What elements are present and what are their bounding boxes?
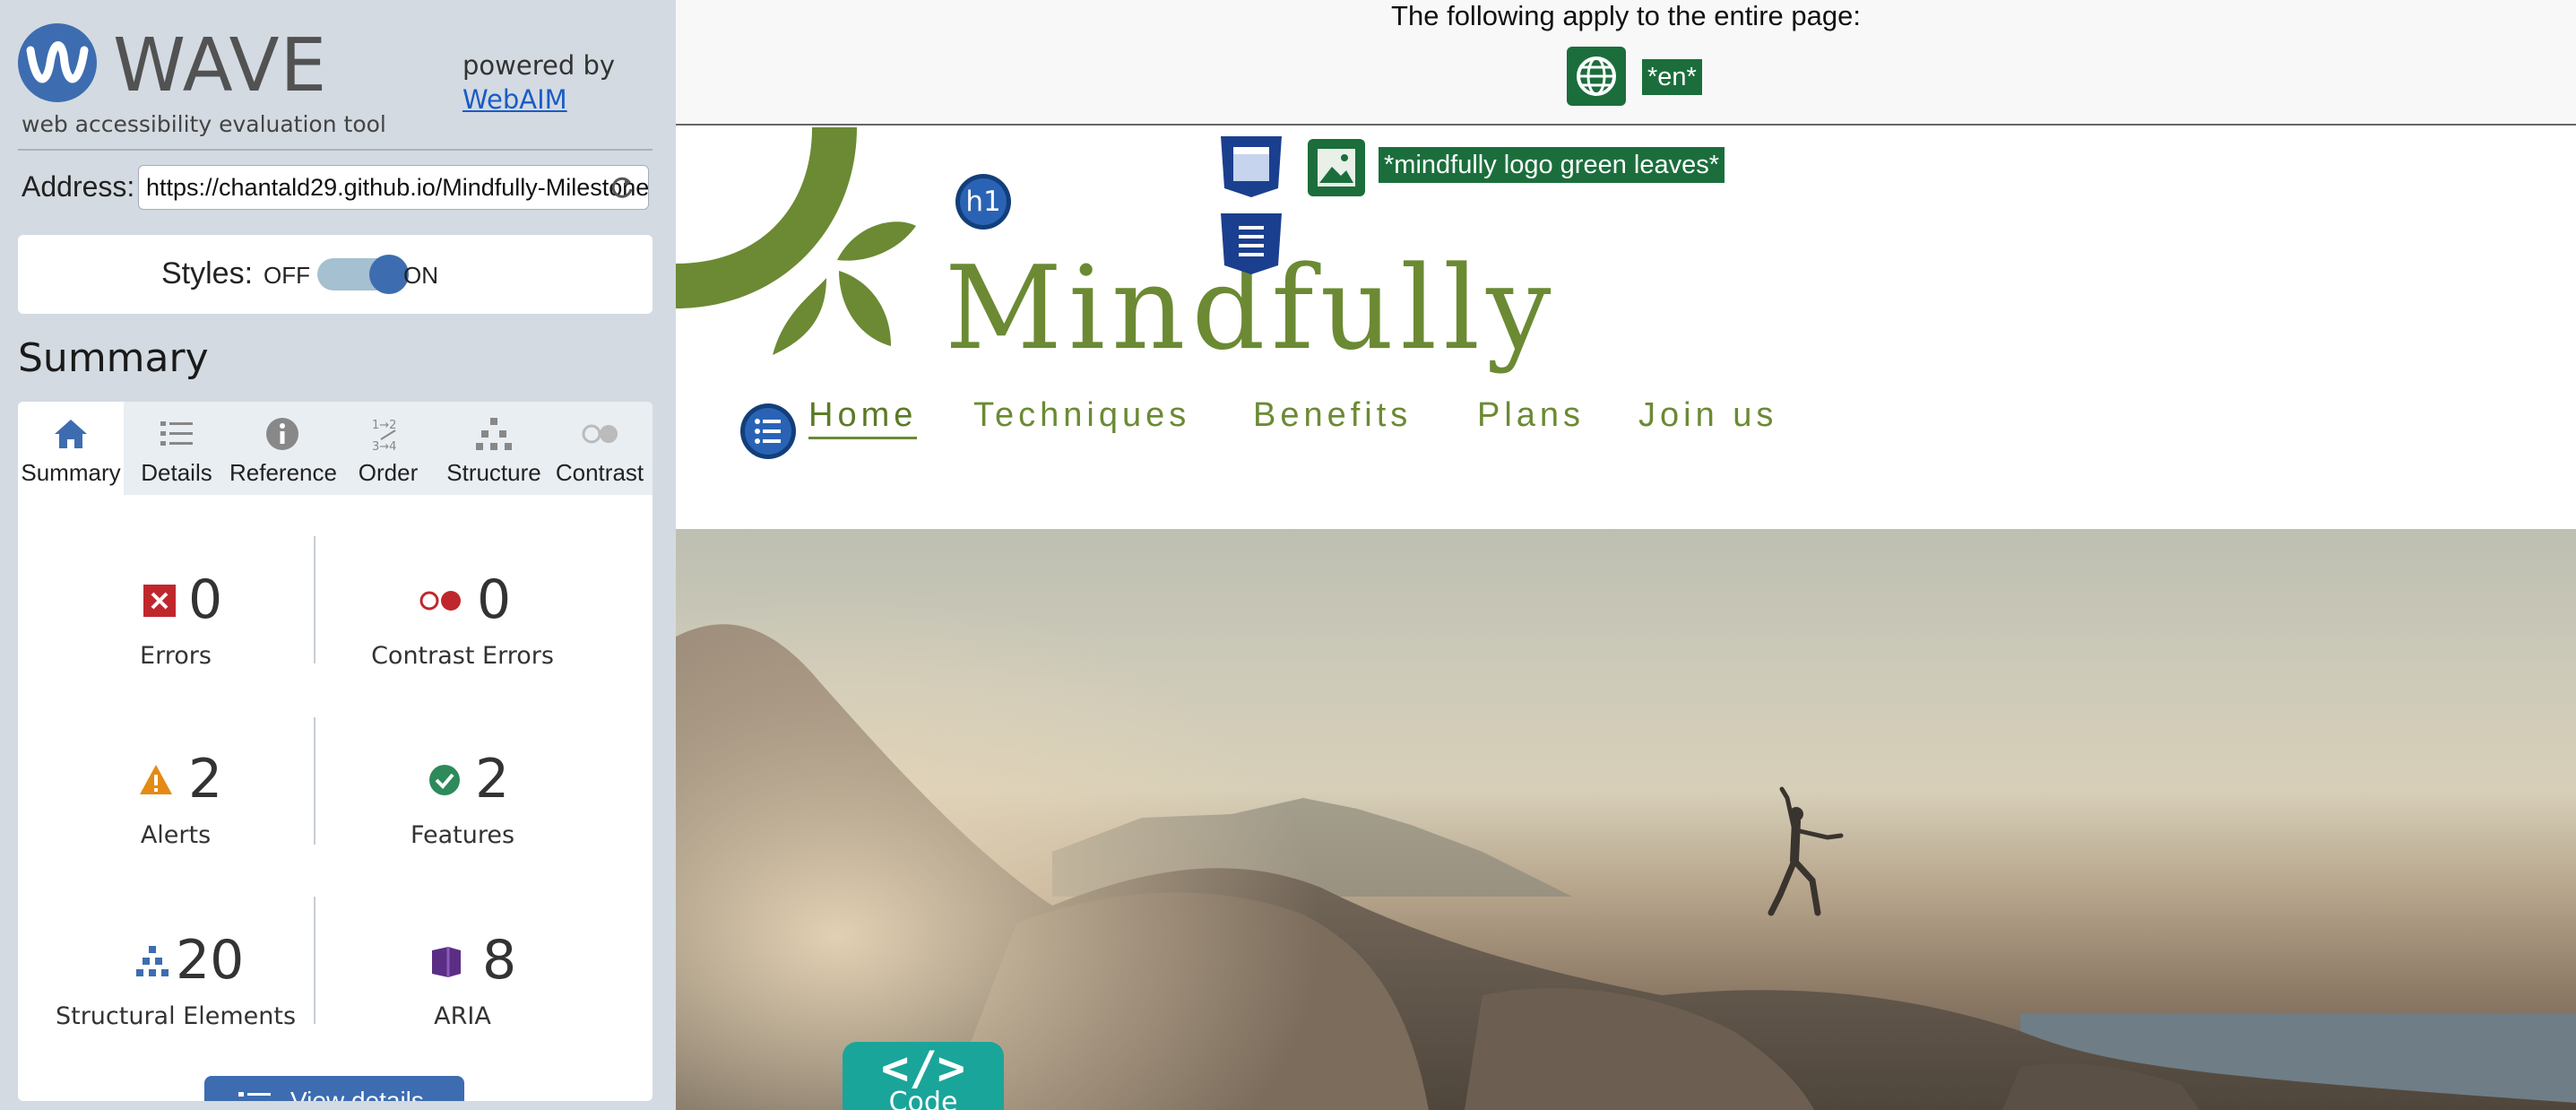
code-label: Code	[888, 1087, 958, 1110]
tab-label: Summary	[21, 459, 121, 486]
reload-icon[interactable]	[609, 175, 635, 200]
structure-icon	[474, 414, 514, 454]
tab-order[interactable]: 1→2 3→4 Order	[335, 402, 441, 495]
page-note: The following apply to the entire page:	[1391, 0, 1861, 31]
tab-label: Contrast	[555, 459, 644, 486]
contrast-errors-count: 0	[477, 568, 512, 631]
address-input[interactable]: https://chantald29.github.io/Mindfully-M…	[138, 165, 649, 210]
stat-errors[interactable]: 0 Errors	[32, 568, 319, 685]
contrast-error-icon	[418, 583, 466, 619]
nav-home[interactable]: Home	[808, 396, 918, 439]
mindfully-logo	[676, 127, 916, 355]
info-icon	[263, 414, 302, 454]
stat-structural-elements[interactable]: 20 Structural Elements	[32, 929, 319, 1045]
contrast-icon	[580, 414, 619, 454]
tab-summary[interactable]: Summary	[18, 402, 124, 495]
wave-tagline: web accessibility evaluation tool	[22, 111, 386, 137]
nav-benefits[interactable]: Benefits	[1253, 396, 1412, 435]
list-icon	[157, 414, 196, 454]
styles-toggle-panel: Styles: OFF ON	[18, 235, 653, 314]
structural-count: 20	[176, 929, 245, 992]
header-region-icon[interactable]	[1219, 134, 1284, 199]
language-globe-icon[interactable]	[1567, 47, 1626, 106]
tab-reference[interactable]: Reference	[229, 402, 337, 495]
image-alt-icon[interactable]	[1307, 138, 1366, 197]
nav-techniques[interactable]: Techniques	[973, 396, 1190, 435]
wave-logo-icon	[18, 23, 97, 102]
aria-label: ARIA	[434, 1002, 491, 1030]
code-toggle-button[interactable]: </> Code	[843, 1042, 1004, 1110]
hero-image	[676, 529, 2576, 1110]
errors-label: Errors	[140, 642, 212, 670]
wave-logo-text: WAVE	[113, 23, 328, 108]
styles-off-label: OFF	[264, 262, 310, 289]
image-alt-text-badge[interactable]: *mindfully logo green leaves*	[1379, 147, 1725, 183]
structure-icon	[134, 943, 170, 979]
styles-on-label: ON	[403, 262, 438, 289]
error-icon	[142, 583, 177, 619]
structural-label: Structural Elements	[55, 1002, 297, 1030]
page-wide-notices: The following apply to the entire page: …	[676, 0, 2576, 126]
tab-label: Details	[141, 459, 212, 486]
features-count: 2	[475, 748, 510, 811]
summary-heading: Summary	[18, 335, 209, 381]
tab-structure[interactable]: Structure	[441, 402, 547, 495]
aria-icon	[428, 943, 464, 979]
nav-plans[interactable]: Plans	[1477, 396, 1585, 435]
contrast-errors-label: Contrast Errors	[371, 642, 554, 670]
styles-label: Styles:	[161, 256, 254, 291]
h1-badge[interactable]: h1	[954, 172, 1013, 231]
language-badge[interactable]: *en*	[1642, 59, 1702, 95]
tab-details[interactable]: Details	[124, 402, 229, 495]
list-icon	[238, 1092, 271, 1097]
address-label: Address:	[22, 170, 135, 203]
svg-text:1→2: 1→2	[372, 419, 396, 432]
svg-text:3→4: 3→4	[372, 440, 396, 454]
divider	[18, 149, 653, 151]
order-icon: 1→2 3→4	[368, 414, 408, 454]
yoga-on-rocks-photo	[676, 529, 2576, 1110]
nav-join-us[interactable]: Join us	[1638, 396, 1777, 435]
yoga-figure	[1768, 786, 1844, 916]
stat-aria[interactable]: 8 ARIA	[319, 929, 606, 1045]
tab-contrast[interactable]: Contrast	[547, 402, 653, 495]
aria-count: 8	[482, 929, 517, 992]
view-details-button[interactable]: View details	[204, 1076, 464, 1101]
wave-sidebar: WAVE web accessibility evaluation tool p…	[0, 0, 676, 1110]
tab-label: Order	[358, 459, 419, 486]
tab-label: Reference	[229, 459, 337, 486]
site-header: Mindfully h1 *mindfully logo green leave…	[676, 127, 2576, 529]
webaim-link[interactable]: WebAIM	[462, 84, 567, 115]
navigation-region-icon[interactable]	[1219, 212, 1284, 276]
errors-count: 0	[188, 568, 223, 631]
home-icon	[51, 414, 91, 454]
stat-contrast-errors[interactable]: 0 Contrast Errors	[319, 568, 606, 685]
tab-bar: Summary Details Reference 1→2 3→4 Order …	[18, 402, 653, 495]
stat-alerts[interactable]: 2 Alerts	[32, 748, 319, 864]
powered-by-text: powered by	[462, 50, 616, 81]
alerts-label: Alerts	[140, 821, 212, 849]
stat-features[interactable]: 2 Features	[319, 748, 606, 864]
tab-label: Structure	[446, 459, 541, 486]
list-structure-icon[interactable]	[739, 402, 798, 461]
alerts-count: 2	[188, 748, 223, 811]
feature-icon	[427, 762, 462, 798]
features-label: Features	[410, 821, 515, 849]
summary-panel: Summary Details Reference 1→2 3→4 Order …	[18, 402, 653, 1101]
h1-badge-label: h1	[965, 186, 1001, 218]
view-details-label: View details	[290, 1087, 424, 1101]
alert-icon	[138, 762, 174, 798]
